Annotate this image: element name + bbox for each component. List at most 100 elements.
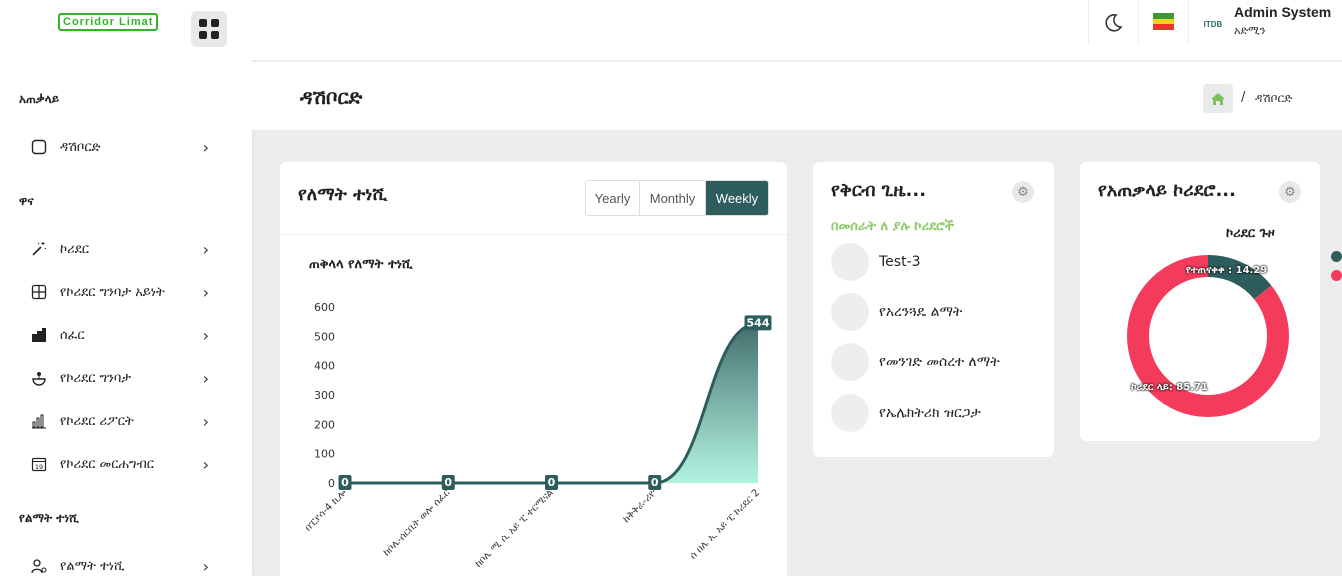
sidebar-item-neighborhood[interactable]: ሰፈር › <box>30 323 215 347</box>
svg-text:19: 19 <box>35 463 43 471</box>
chevron-right-icon: › <box>202 138 209 157</box>
x-tick-label: ከቦሌ ሚ ሲ አይ ፒ ተርሚናል <box>473 487 555 569</box>
chevron-right-icon: › <box>202 240 209 259</box>
list-item[interactable]: Test-3 <box>831 243 921 281</box>
avatar[interactable]: ITDB <box>1203 14 1223 34</box>
gear-icon[interactable]: ⚙ <box>1012 181 1034 203</box>
sidebar-item-label: ኮሪደር <box>60 241 90 257</box>
sidebar-item-corridor-construction[interactable]: የኮሪደር ግንባታ › <box>30 366 215 390</box>
sidebar: Corridor Limat አጠቃላይ ዳሽቦርድ › ዋና ኮሪደር › የ… <box>0 0 252 576</box>
divider <box>1088 0 1089 44</box>
donut-chart-title: ኮሪደር ጉዞ <box>1226 226 1275 241</box>
sidebar-item-label: ሰፈር <box>60 327 85 343</box>
chevron-right-icon: › <box>202 557 209 576</box>
chevron-right-icon: › <box>202 369 209 388</box>
sidebar-item-label: የልማት ተነሺ <box>60 558 125 574</box>
donut-label-completed: የተጠናቀቀ : 14.29 <box>1186 265 1268 276</box>
svg-text:0: 0 <box>341 476 349 489</box>
tab-monthly[interactable]: Monthly <box>640 181 706 215</box>
x-tick-label: ከቦሌ-ሰርቢት ወሎ ሰፈር <box>381 487 452 558</box>
y-tick-label: 400 <box>314 360 335 373</box>
page-title: ዳሽቦርድ <box>300 85 363 109</box>
period-tabs: Yearly Monthly Weekly <box>585 180 769 216</box>
chevron-right-icon: › <box>202 412 209 431</box>
breadcrumb-home-button[interactable] <box>1203 84 1233 113</box>
y-tick-label: 600 <box>314 301 335 314</box>
home-icon <box>1211 92 1225 105</box>
area-fill <box>345 323 758 483</box>
y-tick-label: 300 <box>314 389 335 402</box>
chevron-right-icon: › <box>202 455 209 474</box>
topbar <box>252 0 1342 60</box>
svg-text:0: 0 <box>651 476 659 489</box>
calendar-icon: 19 <box>30 455 48 473</box>
x-tick-label: ከቅቅራ-ሪዮ <box>621 487 659 525</box>
list-item[interactable]: የመንገድ መሰረተ ለማት <box>831 343 1000 381</box>
gear-icon[interactable]: ⚙ <box>1279 181 1301 203</box>
recent-card-subtitle: በመሰራት ለ ያሉ ኮሪደሮች <box>831 219 954 234</box>
section-label-displaced: የልማት ተነሺ <box>19 511 79 525</box>
data-label: 544 <box>744 315 772 331</box>
bar-chart-icon <box>30 412 48 430</box>
list-item[interactable]: የኤሌክትሪክ ዝርጋታ <box>831 394 981 432</box>
y-tick-label: 200 <box>314 418 335 431</box>
recent-card-title: የቅርብ ጊዜ... <box>831 180 927 201</box>
y-tick-label: 100 <box>314 448 335 461</box>
sidebar-item-label: የኮሪደር ሪፖርት <box>60 413 134 429</box>
item-thumbnail <box>831 243 869 281</box>
chart-card-title: የለማት ተነሺ <box>298 184 388 205</box>
grid-icon <box>199 19 219 39</box>
sidebar-item-label: የኮሪደር ግንባታ አይነት <box>60 284 165 300</box>
brand-logo[interactable]: Corridor Limat <box>58 13 159 31</box>
sidebar-item-displaced[interactable]: የልማት ተነሺ › <box>30 554 215 576</box>
user-name[interactable]: Admin System <box>1234 4 1331 20</box>
sidebar-item-corridor[interactable]: ኮሪደር › <box>30 237 215 261</box>
dark-mode-toggle[interactable] <box>1102 12 1124 39</box>
divider <box>1138 0 1139 44</box>
section-label-main: ዋና <box>19 194 34 208</box>
user-settings-icon <box>30 557 48 575</box>
section-label-general: አጠቃላይ <box>19 92 60 106</box>
moon-icon <box>1105 14 1123 32</box>
sidebar-item-construction-type[interactable]: የኮሪደር ግንባታ አይነት › <box>30 280 215 304</box>
square-icon <box>30 138 48 156</box>
svg-text:0: 0 <box>548 476 556 489</box>
sidebar-item-label: የኮሪደር መርሐግብር <box>60 456 154 472</box>
svg-text:544: 544 <box>747 316 770 329</box>
y-tick-label: 500 <box>314 330 335 343</box>
sidebar-item-dashboard[interactable]: ዳሽቦርድ › <box>30 135 215 159</box>
area-chart: 01002003004005006000 0 0 0544በፒያሳ-4 ኪሎ ከቦሌ-ሰ… <box>303 301 772 570</box>
ethiopia-flag-icon[interactable] <box>1153 13 1174 30</box>
divider <box>1188 0 1189 44</box>
chevron-right-icon: › <box>202 326 209 345</box>
x-tick-label: ሰ በሌ ኢ አይ ፒ ኮሪደር 2 <box>688 487 762 561</box>
overview-card-title: የአጠቃላይ ኮሪደሮ... <box>1098 180 1236 201</box>
sidebar-item-corridor-schedule[interactable]: 19 የኮሪደር መርሐግብር › <box>30 452 215 476</box>
tab-weekly[interactable]: Weekly <box>706 181 768 215</box>
chart-title: ጠቅላላ የለማት ተነሺ <box>309 257 413 272</box>
item-thumbnail <box>831 293 869 331</box>
y-tick-label: 0 <box>328 477 335 490</box>
grid-icon <box>30 283 48 301</box>
breadcrumb-separator: / <box>1241 90 1246 105</box>
legend-marker-remaining <box>1331 270 1342 281</box>
svg-text:0: 0 <box>444 476 452 489</box>
tab-yearly[interactable]: Yearly <box>586 181 640 215</box>
sidebar-item-corridor-report[interactable]: የኮሪደር ሪፖርት › <box>30 409 215 433</box>
x-tick-label: በፒያሳ-4 ኪሎ <box>303 487 349 533</box>
menu-toggle-button[interactable] <box>191 11 227 47</box>
item-thumbnail <box>831 394 869 432</box>
sidebar-item-label: ዳሽቦርድ <box>60 139 101 155</box>
magic-wand-icon <box>30 240 48 258</box>
breadcrumb-current: ዳሽቦርድ <box>1255 91 1293 105</box>
construction-icon <box>30 369 48 387</box>
buildings-icon <box>30 326 48 344</box>
chevron-right-icon: › <box>202 283 209 302</box>
legend-marker-completed <box>1331 251 1342 262</box>
sidebar-item-label: የኮሪደር ግንባታ <box>60 370 132 386</box>
user-role: አድሚን <box>1234 24 1266 37</box>
list-item[interactable]: የአረንጓዴ ልማት <box>831 293 962 331</box>
donut-label-remaining: ኮሪደር ላይ: 85.71 <box>1131 382 1208 393</box>
item-thumbnail <box>831 343 869 381</box>
page-header <box>252 62 1342 130</box>
